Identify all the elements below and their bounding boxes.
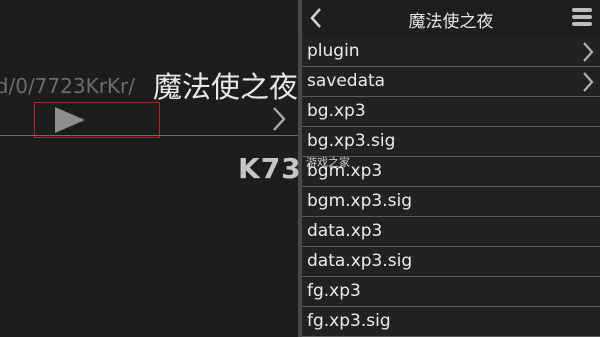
file-item[interactable]: bg.xp3.sig [302, 127, 600, 157]
file-name: fg.xp3.sig [307, 311, 391, 331]
current-path: d/0/7723KrKr/ [0, 74, 135, 98]
file-name: bgm.xp3.sig [307, 191, 412, 211]
file-item[interactable]: bgm.xp3 [302, 157, 600, 187]
screen: d/0/7723KrKr/ 魔法使之夜 魔法使之夜 plugin savedata… [0, 0, 600, 337]
path-row: d/0/7723KrKr/ 魔法使之夜 [0, 62, 298, 104]
launcher-pane: d/0/7723KrKr/ 魔法使之夜 [0, 0, 298, 337]
file-name: data.xp3 [307, 221, 383, 241]
file-browser-header: 魔法使之夜 [302, 0, 600, 36]
chevron-right-icon[interactable] [272, 106, 286, 132]
folder-item[interactable]: plugin [302, 37, 600, 67]
folder-item[interactable]: savedata [302, 67, 600, 97]
game-title: 魔法使之夜 [152, 70, 298, 104]
file-item[interactable]: fg.xp3 [302, 277, 600, 307]
folder-title: 魔法使之夜 [408, 12, 494, 32]
play-button[interactable] [34, 102, 160, 138]
file-name: plugin [307, 41, 360, 61]
file-name: bg.xp3 [307, 101, 366, 121]
divider [0, 135, 298, 136]
file-name: data.xp3.sig [307, 251, 413, 271]
file-name: fg.xp3 [307, 281, 361, 301]
file-item[interactable]: fg.xp3.sig [302, 307, 600, 337]
chevron-right-icon [583, 72, 594, 92]
file-item[interactable]: data.xp3.sig [302, 247, 600, 277]
file-list: plugin savedata bg.xp3 bg.xp3.sig bgm.xp3 bgm… [302, 37, 600, 337]
file-name: savedata [307, 71, 386, 91]
file-browser-pane: 魔法使之夜 plugin savedata bg.xp3 bg.xp3.sig bgm.… [302, 0, 600, 337]
play-icon [55, 107, 85, 133]
chevron-right-icon [583, 42, 594, 62]
file-name: bgm.xp3 [307, 161, 383, 181]
hamburger-menu-icon[interactable] [572, 8, 594, 30]
file-item[interactable]: bg.xp3 [302, 97, 600, 127]
file-name: bg.xp3.sig [307, 131, 396, 151]
file-item[interactable]: bgm.xp3.sig [302, 187, 600, 217]
file-item[interactable]: data.xp3 [302, 217, 600, 247]
